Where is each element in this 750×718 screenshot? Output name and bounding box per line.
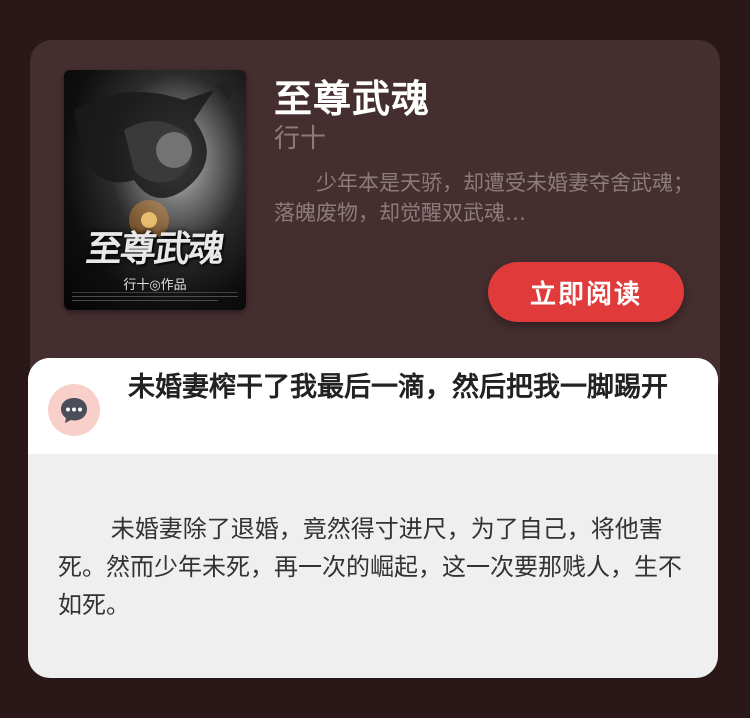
- read-now-button[interactable]: 立即阅读: [488, 262, 684, 322]
- cover-author: 行十◎作品: [123, 278, 187, 293]
- comment-card: 未婚妻榨干了我最后一滴，然后把我一脚踢开 未婚妻除了退婚，竟然得寸进尺，为了自己…: [28, 358, 718, 678]
- comment-header: 未婚妻榨干了我最后一滴，然后把我一脚踢开: [28, 358, 718, 454]
- book-summary: 少年本是天骄，却遭受未婚妻夺舍武魂；落魄废物，却觉醒双武魂…: [274, 171, 694, 225]
- book-title[interactable]: 至尊武魂: [274, 68, 430, 123]
- book-cover[interactable]: 至尊武魂 行十◎作品: [64, 70, 246, 310]
- cover-title: 至尊武魂: [83, 228, 226, 270]
- chat-bubble-icon: [48, 384, 100, 436]
- book-author: 行十: [274, 124, 327, 154]
- book-card[interactable]: 至尊武魂 行十◎作品 至尊武魂 行十 少年本是天骄，却遭受未婚妻夺舍武魂；落魄废…: [30, 40, 720, 400]
- comment-body: 未婚妻除了退婚，竟然得寸进尺，为了自己，将他害死。然而少年未死，再一次的崛起，这…: [58, 515, 682, 619]
- cover-fine-print: [72, 292, 238, 303]
- comment-title: 未婚妻榨干了我最后一滴，然后把我一脚踢开: [128, 372, 668, 403]
